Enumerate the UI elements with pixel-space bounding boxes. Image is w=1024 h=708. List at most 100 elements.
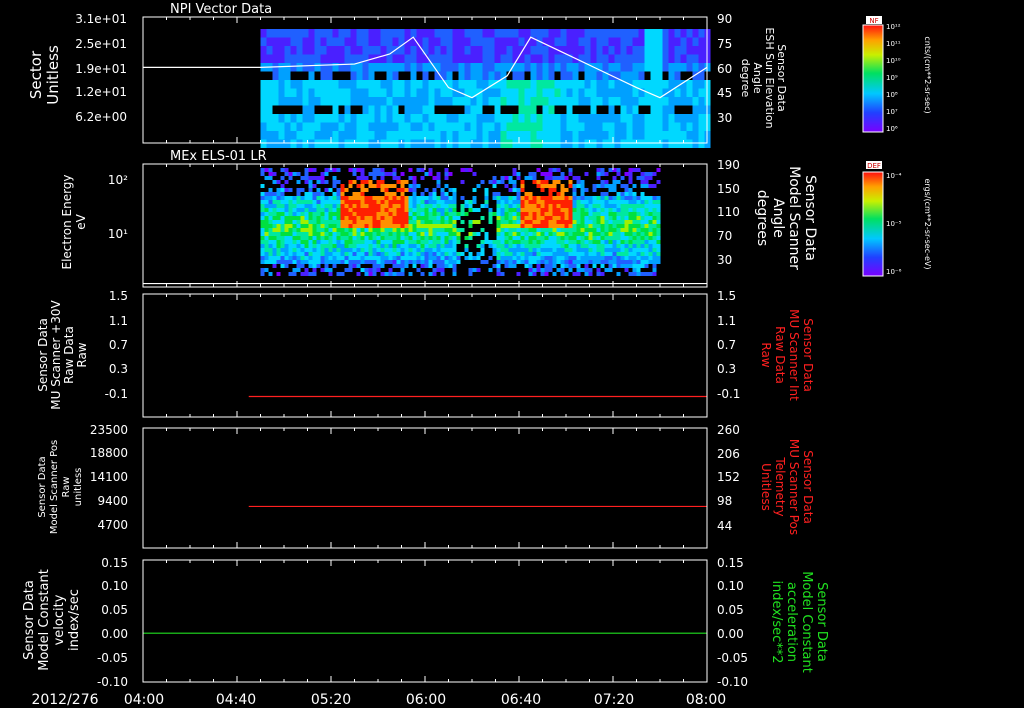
spec-cell [632, 268, 637, 272]
colorbar-unit: ergs/(cm**2-sr-sec-eV) [923, 178, 932, 269]
spec-cell [560, 240, 565, 244]
heat-cell [362, 97, 369, 106]
spec-cell [504, 216, 509, 220]
heat-cell [320, 29, 327, 38]
spec-cell [620, 208, 625, 212]
heat-cell [272, 97, 279, 106]
spec-cell [324, 236, 329, 240]
spec-cell [444, 176, 449, 180]
spec-cell [264, 256, 269, 260]
spec-cell [284, 264, 289, 268]
spec-cell [388, 220, 393, 224]
spec-cell [384, 272, 389, 276]
spec-cell [344, 260, 349, 264]
spec-cell [520, 248, 525, 252]
heat-cell [422, 122, 429, 131]
heat-cell [548, 71, 555, 80]
spec-cell [460, 220, 465, 224]
spec-cell [348, 208, 353, 212]
spec-cell [408, 200, 413, 204]
spec-cell [388, 256, 393, 260]
spec-cell [304, 272, 309, 276]
heat-cell [440, 139, 447, 148]
heat-cell [500, 131, 507, 140]
spec-cell [324, 256, 329, 260]
spec-cell [312, 240, 317, 244]
spec-cell [620, 260, 625, 264]
spec-cell [344, 208, 349, 212]
spec-cell [568, 236, 573, 240]
spec-cell [572, 188, 577, 192]
spec-cell [312, 272, 317, 276]
spec-cell [440, 272, 445, 276]
heat-cell [344, 122, 351, 131]
heat-cell [650, 139, 657, 148]
spec-cell [300, 264, 305, 268]
tick-label: 1.1 [109, 314, 128, 328]
spec-cell [644, 180, 649, 184]
spec-cell [328, 188, 333, 192]
spec-cell [452, 216, 457, 220]
spec-cell [652, 264, 657, 268]
spec-cell [304, 200, 309, 204]
tick-label: 90 [717, 12, 732, 26]
heat-cell [428, 29, 435, 38]
spec-cell [644, 240, 649, 244]
spec-cell [640, 212, 645, 216]
heat-cell [638, 63, 645, 72]
spec-cell [608, 220, 613, 224]
spec-cell [488, 220, 493, 224]
spec-cell [456, 228, 461, 232]
heat-cell [350, 37, 357, 46]
spec-cell [260, 220, 265, 224]
spec-cell [596, 228, 601, 232]
spec-cell [328, 208, 333, 212]
heat-cell [326, 80, 333, 89]
heat-cell [566, 29, 573, 38]
spec-cell [296, 228, 301, 232]
spec-cell [496, 208, 501, 212]
spec-cell [500, 228, 505, 232]
heat-cell [296, 131, 303, 140]
spec-cell [392, 272, 397, 276]
spec-cell [536, 204, 541, 208]
heat-cell [296, 63, 303, 72]
spec-cell [540, 200, 545, 204]
spec-cell [592, 196, 597, 200]
spec-cell [448, 236, 453, 240]
spec-cell [268, 212, 273, 216]
spec-cell [576, 256, 581, 260]
spec-cell [300, 244, 305, 248]
spec-cell [356, 240, 361, 244]
heat-cell [656, 37, 663, 46]
spec-cell [368, 244, 373, 248]
spec-cell [540, 184, 545, 188]
spec-cell [504, 248, 509, 252]
spec-cell [444, 236, 449, 240]
heat-cell [626, 71, 633, 80]
spec-cell [408, 240, 413, 244]
spec-cell [316, 236, 321, 240]
spec-cell [424, 224, 429, 228]
spec-cell [600, 224, 605, 228]
spec-cell [364, 260, 369, 264]
heat-cell [464, 97, 471, 106]
spec-cell [576, 220, 581, 224]
spec-cell [484, 232, 489, 236]
spec-cell [628, 252, 633, 256]
spec-cell [312, 204, 317, 208]
spec-cell [520, 260, 525, 264]
spec-cell [300, 216, 305, 220]
heat-cell [434, 63, 441, 72]
spec-cell [508, 216, 513, 220]
heat-cell [410, 63, 417, 72]
spec-cell [272, 208, 277, 212]
spec-cell [436, 260, 441, 264]
heat-cell [470, 80, 477, 89]
spec-cell [516, 176, 521, 180]
heat-cell [416, 122, 423, 131]
heat-cell [470, 63, 477, 72]
spec-cell [372, 224, 377, 228]
spec-cell [400, 220, 405, 224]
spec-cell [312, 208, 317, 212]
